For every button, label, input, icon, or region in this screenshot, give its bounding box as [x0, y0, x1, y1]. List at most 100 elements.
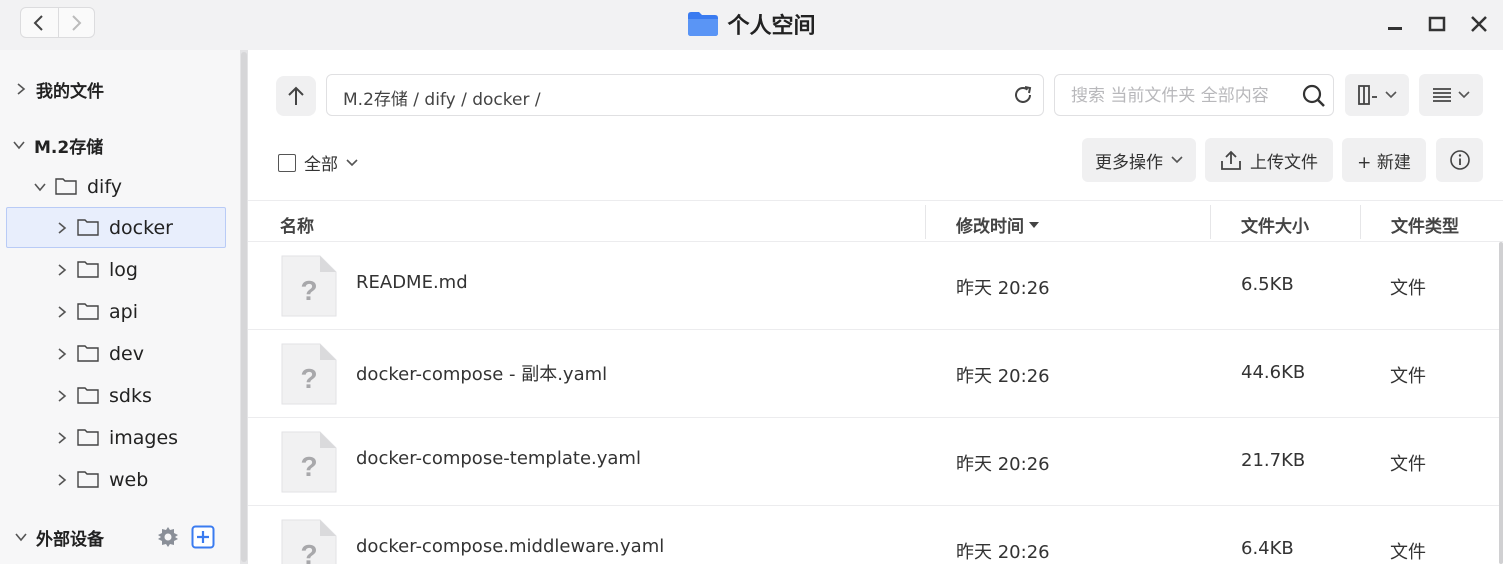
tree-item-sdks[interactable]: sdks: [53, 379, 152, 413]
column-header-name[interactable]: 名称: [280, 212, 314, 237]
sidebar-storage[interactable]: M.2存储: [10, 128, 103, 162]
chevron-right-icon[interactable]: [53, 345, 71, 363]
unknown-file-icon: ?: [281, 519, 337, 564]
chevron-right-icon[interactable]: [53, 429, 71, 447]
sidebar-my-files[interactable]: 我的文件: [12, 72, 104, 106]
tree-item-log[interactable]: log: [53, 253, 138, 287]
maximize-button[interactable]: [1425, 12, 1449, 36]
svg-text:?: ?: [300, 275, 317, 306]
chevron-down-icon[interactable]: [12, 528, 30, 546]
file-name[interactable]: docker-compose.middleware.yaml: [356, 536, 664, 557]
new-button[interactable]: + 新建: [1342, 138, 1426, 182]
info-icon: [1449, 150, 1470, 170]
select-all-label: 全部: [304, 155, 338, 175]
sidebar-scrollbar[interactable]: [240, 50, 248, 564]
table-row[interactable]: ? docker-compose.middleware.yaml 昨天 20:2…: [248, 506, 1503, 564]
select-all-checkbox[interactable]: [278, 153, 296, 172]
column-header-type[interactable]: 文件类型: [1391, 212, 1459, 237]
column-view-button[interactable]: [1345, 74, 1409, 116]
minimize-button[interactable]: [1383, 12, 1407, 36]
file-type: 文件: [1390, 542, 1426, 563]
more-actions-button[interactable]: 更多操作: [1082, 138, 1196, 182]
folder-icon: [77, 386, 101, 406]
file-name[interactable]: README.md: [356, 272, 468, 293]
file-type: 文件: [1390, 278, 1426, 299]
column-header-label: 名称: [280, 217, 314, 237]
chevron-down-icon: [1458, 91, 1470, 99]
arrow-up-icon: [288, 86, 304, 105]
column-header-label: 修改时间: [956, 217, 1024, 237]
chevron-right-icon[interactable]: [53, 261, 71, 279]
new-label: + 新建: [1357, 152, 1411, 173]
external-settings-button[interactable]: [156, 525, 180, 549]
refresh-icon: [1015, 86, 1032, 103]
chevron-right-icon[interactable]: [53, 303, 71, 321]
column-header-modified[interactable]: 修改时间: [956, 212, 1040, 237]
search-button[interactable]: [1301, 83, 1327, 109]
list-view-button[interactable]: [1419, 74, 1483, 116]
column-header-size[interactable]: 文件大小: [1241, 212, 1309, 237]
path-bar[interactable]: M.2存储 / dify / docker /: [326, 74, 1044, 116]
column-header-label: 文件大小: [1241, 217, 1309, 237]
add-external-button[interactable]: [191, 525, 215, 549]
file-size: 6.4KB: [1241, 538, 1294, 559]
maximize-icon: [1428, 16, 1446, 32]
folder-icon: [55, 177, 79, 197]
upload-button[interactable]: 上传文件: [1205, 138, 1333, 182]
tree-item-dev[interactable]: dev: [53, 337, 144, 371]
table-row[interactable]: ? docker-compose - 副本.yaml 昨天 20:26 44.6…: [248, 330, 1503, 418]
more-actions-label: 更多操作: [1095, 152, 1163, 173]
chevron-right-icon[interactable]: [53, 219, 71, 237]
gear-icon: [158, 527, 178, 547]
search-input[interactable]: [1071, 84, 1291, 108]
sidebar-scrollbar-thumb[interactable]: [241, 52, 247, 562]
tree-item-dify[interactable]: dify: [31, 170, 122, 204]
file-modified: 昨天 20:26: [956, 454, 1050, 475]
tree-item-images[interactable]: images: [53, 421, 178, 455]
chevron-right-icon[interactable]: [12, 80, 30, 98]
column-divider[interactable]: [1210, 205, 1211, 239]
sidebar-my-files-label: 我的文件: [36, 81, 104, 102]
main-pane: M.2存储 / dify / docker / 全部 更多操作 上传文件 + 新…: [248, 50, 1503, 564]
close-button[interactable]: [1467, 12, 1491, 36]
column-divider[interactable]: [925, 205, 926, 239]
sidebar-external-devices[interactable]: 外部设备: [12, 520, 104, 554]
tree-item-docker[interactable]: docker: [53, 211, 173, 245]
tree-item-label: log: [109, 259, 138, 281]
tree-item-api[interactable]: api: [53, 295, 138, 329]
info-button[interactable]: [1436, 138, 1483, 182]
tree-item-label: dev: [109, 343, 144, 365]
tree-item-label: web: [109, 469, 149, 491]
search-box[interactable]: [1054, 74, 1334, 116]
window-controls: [1383, 12, 1491, 36]
tree-item-web[interactable]: web: [53, 463, 148, 497]
svg-text:?: ?: [300, 363, 317, 394]
refresh-button[interactable]: [1011, 83, 1035, 107]
chevron-down-icon[interactable]: [346, 158, 358, 167]
chevron-right-icon[interactable]: [53, 387, 71, 405]
sidebar-storage-label: M.2存储: [34, 137, 104, 158]
table-row[interactable]: ? docker-compose-template.yaml 昨天 20:26 …: [248, 418, 1503, 506]
file-name[interactable]: docker-compose - 副本.yaml: [356, 360, 607, 386]
column-divider[interactable]: [1360, 205, 1361, 239]
minimize-icon: [1388, 27, 1402, 30]
table-row[interactable]: ? README.md 昨天 20:26 6.5KB 文件: [248, 242, 1503, 330]
folder-icon: [77, 260, 101, 280]
tree-item-label: docker: [109, 217, 173, 239]
chevron-down-icon: [1171, 156, 1183, 164]
tree-item-label: images: [109, 427, 179, 449]
main-scrollbar[interactable]: [1499, 242, 1503, 564]
upload-icon: [1221, 150, 1241, 170]
sort-desc-icon: [1029, 221, 1039, 228]
tree-item-label: api: [109, 301, 138, 323]
chevron-down-icon[interactable]: [10, 136, 28, 154]
file-type: 文件: [1390, 454, 1426, 475]
title-bar: 个人空间: [0, 0, 1503, 50]
select-all[interactable]: 全部: [278, 150, 358, 175]
chevron-down-icon[interactable]: [31, 178, 49, 196]
chevron-right-icon[interactable]: [53, 471, 71, 489]
parent-folder-button[interactable]: [276, 76, 316, 116]
file-size: 44.6KB: [1241, 362, 1306, 383]
file-name[interactable]: docker-compose-template.yaml: [356, 448, 641, 469]
file-modified: 昨天 20:26: [956, 366, 1050, 387]
